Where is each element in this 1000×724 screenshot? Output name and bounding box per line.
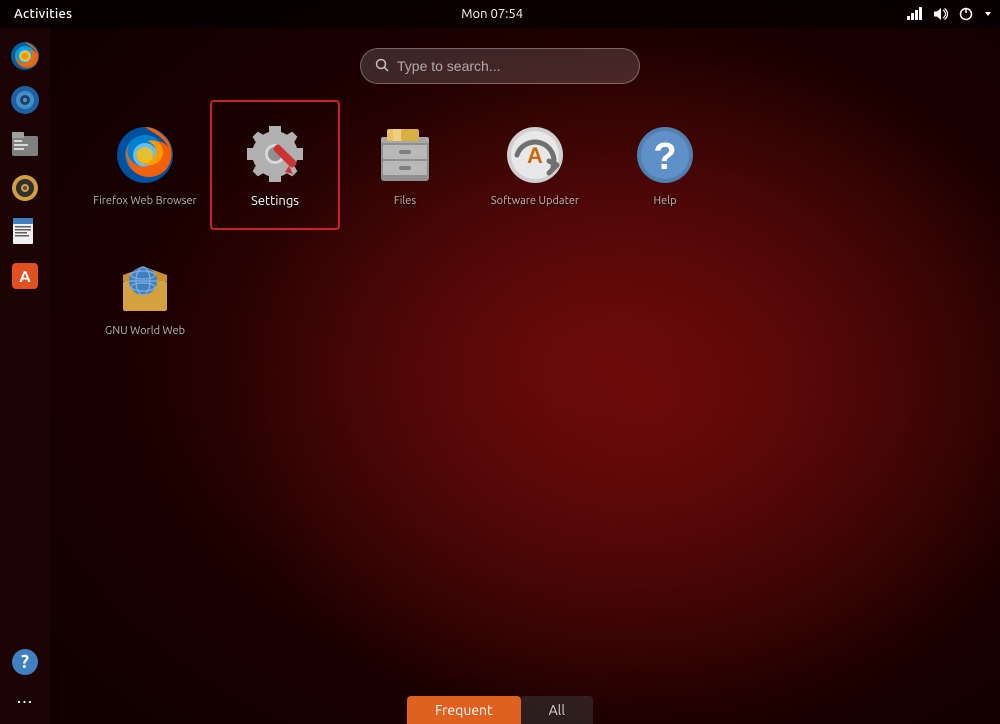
sidebar-item-files[interactable]	[5, 124, 45, 164]
svg-text:?: ?	[21, 652, 29, 672]
svg-text:A: A	[527, 143, 543, 168]
top-bar: Activities Mon 07:54	[0, 0, 1000, 28]
settings-app-icon	[243, 122, 307, 186]
system-tray	[906, 6, 992, 22]
app-tile-gnuworld[interactable]: GNU World Web	[80, 230, 210, 360]
help-app-icon: ?	[633, 123, 697, 187]
tab-all[interactable]: All	[521, 696, 593, 724]
app-tile-help[interactable]: ? Help	[600, 100, 730, 230]
bottom-tabs: Frequent All	[0, 688, 1000, 724]
app-tile-firefox[interactable]: Firefox Web Browser	[80, 100, 210, 230]
gnuworld-app-label: GNU World Web	[105, 325, 185, 337]
files-app-icon	[373, 123, 437, 187]
settings-app-label: Settings	[251, 194, 299, 208]
updater-app-label: Software Updater	[491, 195, 579, 207]
app-tile-files[interactable]: Files	[340, 100, 470, 230]
firefox-app-icon	[113, 123, 177, 187]
svg-text:?: ?	[653, 136, 676, 178]
tab-frequent[interactable]: Frequent	[407, 696, 521, 724]
sidebar: A ? ···	[0, 28, 50, 724]
search-bar[interactable]	[360, 48, 640, 84]
activities-button[interactable]: Activities	[8, 7, 78, 21]
volume-icon[interactable]	[932, 6, 948, 22]
search-input[interactable]	[397, 58, 625, 74]
network-icon[interactable]	[906, 6, 922, 22]
sidebar-item-rhythmbox[interactable]	[5, 80, 45, 120]
search-container	[360, 48, 640, 84]
updater-app-icon: A	[503, 123, 567, 187]
search-icon	[375, 58, 389, 75]
sidebar-item-software[interactable]: A	[5, 256, 45, 296]
dropdown-arrow-icon[interactable]	[984, 10, 992, 18]
svg-text:A: A	[19, 268, 31, 286]
apps-row-2: GNU World Web	[80, 230, 970, 360]
firefox-app-label: Firefox Web Browser	[93, 195, 196, 207]
sidebar-item-help[interactable]: ?	[5, 642, 45, 682]
app-tile-updater[interactable]: A Software Updater	[470, 100, 600, 230]
gnuworld-app-icon	[113, 253, 177, 317]
power-icon[interactable]	[958, 6, 974, 22]
help-app-label: Help	[653, 195, 676, 207]
sidebar-item-writer[interactable]	[5, 212, 45, 252]
app-tile-settings[interactable]: Settings	[210, 100, 340, 230]
sidebar-item-firefox[interactable]	[5, 36, 45, 76]
apps-row-1: Firefox Web Browser Settings	[80, 100, 970, 230]
files-app-label: Files	[394, 195, 416, 207]
apps-grid: Firefox Web Browser Settings	[80, 100, 970, 674]
clock: Mon 07:54	[461, 7, 523, 21]
sidebar-item-disks[interactable]	[5, 168, 45, 208]
